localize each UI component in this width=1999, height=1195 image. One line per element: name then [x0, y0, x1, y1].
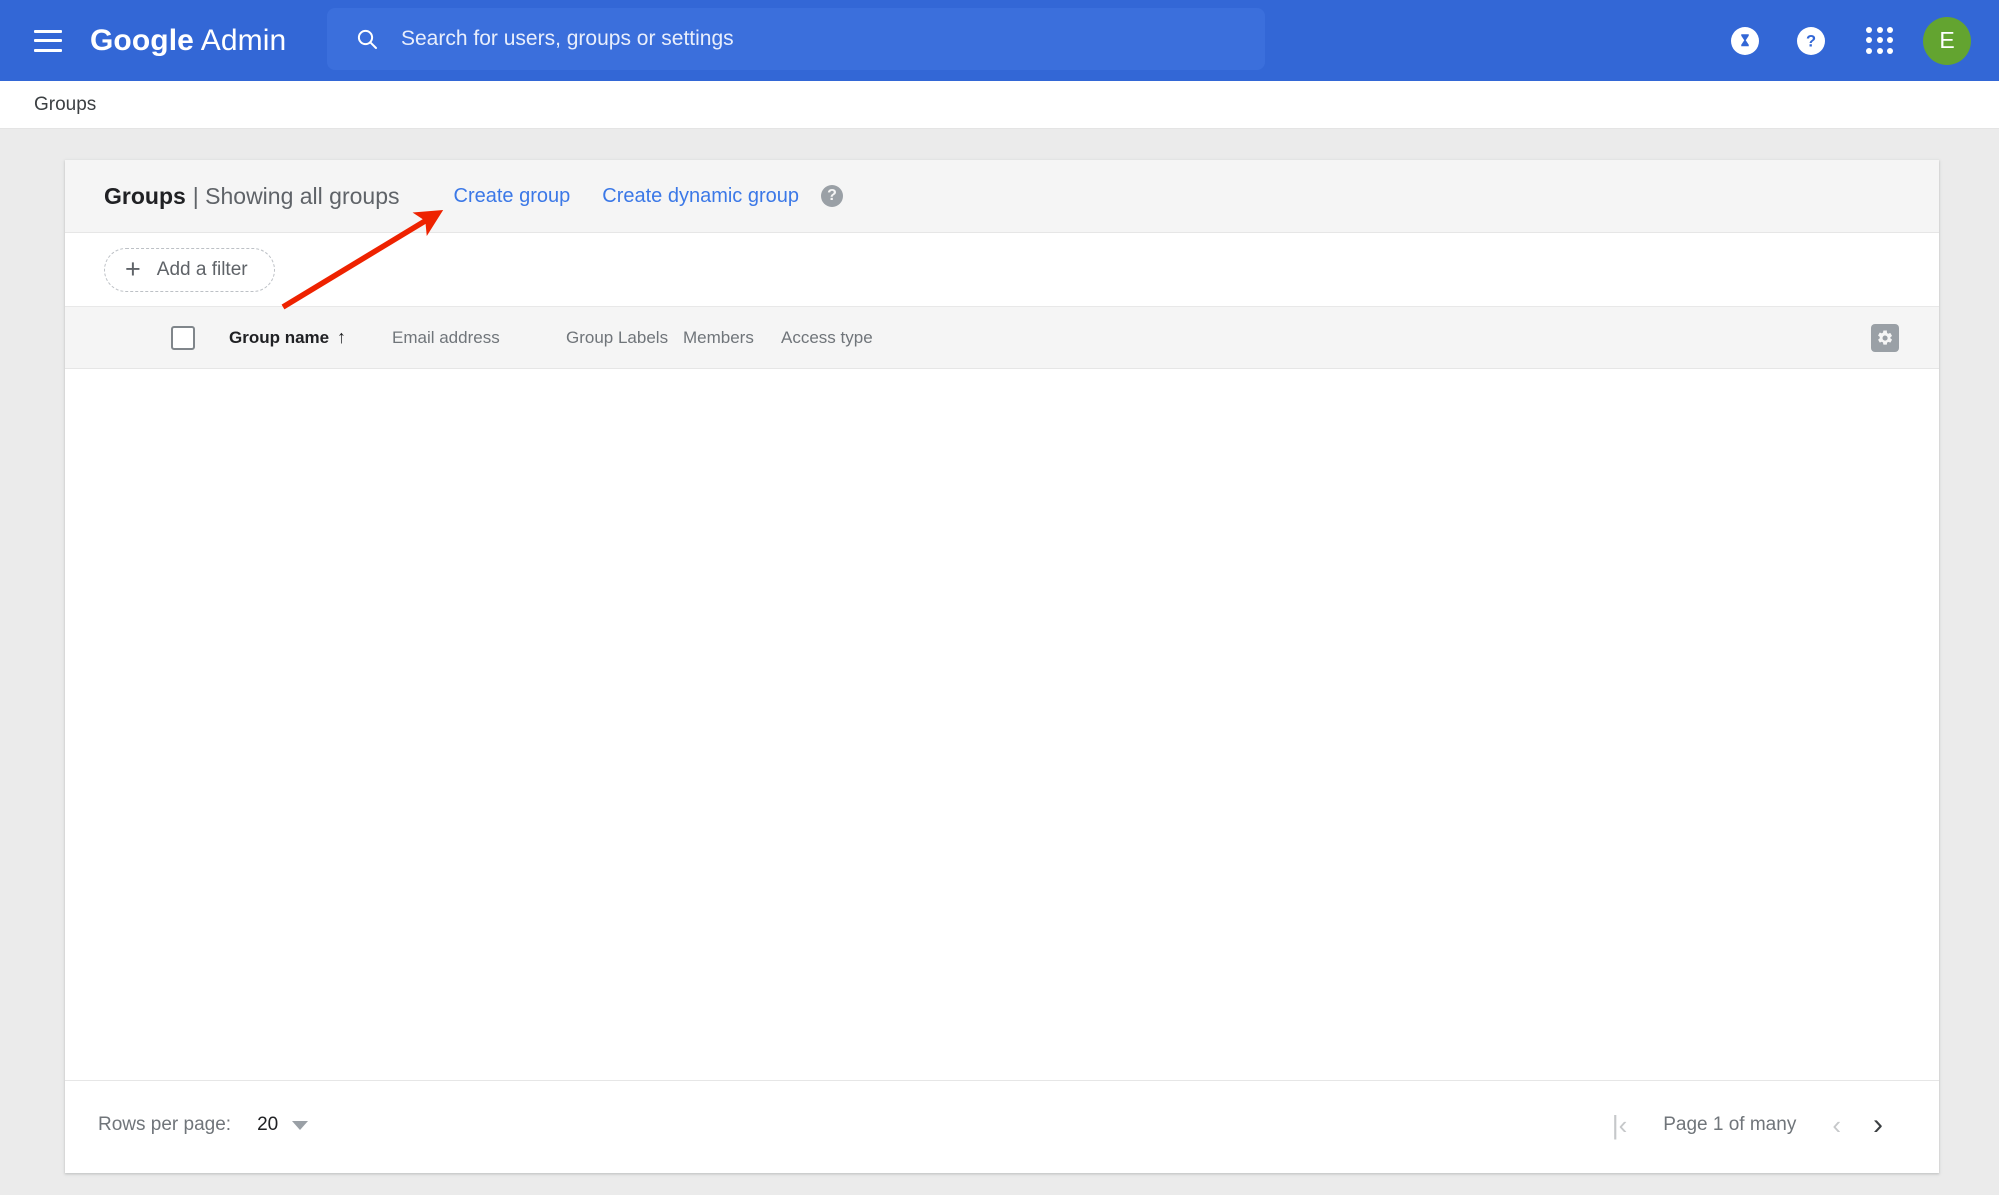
apps-dot — [1887, 37, 1894, 44]
add-filter-label: Add a filter — [156, 258, 248, 280]
panel-header: Groups | Showing all groups Create group… — [65, 160, 1939, 233]
create-dynamic-group-button[interactable]: Create dynamic group — [602, 185, 799, 208]
hamburger-bar — [34, 48, 62, 52]
global-search-box[interactable]: Search for users, groups or settings — [327, 8, 1265, 70]
apps-dot — [1887, 47, 1894, 54]
top-bar-actions: ? E — [1731, 0, 1999, 81]
brand-google: Google — [90, 23, 194, 57]
column-header-members[interactable]: Members — [683, 328, 754, 348]
plus-icon: + — [125, 254, 141, 284]
first-page-button[interactable]: |‹ — [1596, 1112, 1643, 1138]
hourglass-glyph — [1741, 33, 1749, 46]
column-header-group-labels[interactable]: Group Labels — [566, 328, 668, 348]
help-question-icon[interactable]: ? — [1797, 26, 1825, 55]
select-all-checkbox[interactable] — [171, 325, 195, 350]
sort-ascending-icon[interactable]: ↑ — [337, 327, 346, 348]
page-subtitle: | Showing all groups — [192, 182, 400, 209]
groups-panel: Groups | Showing all groups Create group… — [65, 160, 1939, 1173]
create-group-button[interactable]: Create group — [454, 185, 571, 208]
search-input-placeholder[interactable]: Search for users, groups or settings — [401, 27, 734, 51]
help-circle-icon[interactable]: ? — [821, 185, 844, 207]
pagination-controls: |‹ Page 1 of many ‹ › — [1596, 1110, 1899, 1140]
page-title: Groups — [104, 182, 186, 209]
hamburger-bar — [34, 39, 62, 42]
apps-grid-icon[interactable] — [1863, 24, 1897, 58]
page-indicator: Page 1 of many — [1663, 1114, 1797, 1135]
apps-dot — [1887, 26, 1894, 33]
gear-glyph — [1878, 329, 1892, 345]
svg-text:?: ? — [1806, 32, 1816, 50]
table-header-row: Group name ↑ Email address Group Labels … — [65, 307, 1939, 369]
next-page-button[interactable]: › — [1857, 1110, 1899, 1140]
rows-per-page-select[interactable]: 20 — [257, 1114, 278, 1136]
breadcrumb-item-groups[interactable]: Groups — [34, 94, 96, 116]
table-body — [65, 369, 1939, 1080]
search-icon — [357, 29, 377, 49]
rows-per-page-label: Rows per page: — [98, 1114, 232, 1135]
brand-admin: Admin — [193, 23, 287, 57]
previous-page-button[interactable]: ‹ — [1816, 1112, 1857, 1138]
help-glyph: ? — [1806, 32, 1816, 50]
hamburger-menu-icon[interactable] — [34, 29, 62, 52]
app-brand-title[interactable]: Google Admin — [90, 24, 286, 58]
apps-dot — [1876, 26, 1883, 33]
column-header-group-name[interactable]: Group name — [229, 328, 329, 348]
column-header-email-address[interactable]: Email address — [392, 328, 500, 348]
breadcrumb: Groups — [0, 81, 1999, 129]
hourglass-icon[interactable] — [1731, 26, 1759, 55]
column-header-access-type[interactable]: Access type — [781, 328, 873, 348]
chevron-down-icon[interactable] — [292, 1120, 309, 1130]
top-app-bar: Google Admin Search for users, groups or… — [0, 0, 1999, 81]
apps-dot — [1866, 47, 1872, 54]
apps-dot — [1876, 47, 1883, 54]
table-footer: Rows per page: 20 |‹ Page 1 of many ‹ › — [65, 1080, 1939, 1169]
gear-icon[interactable] — [1871, 323, 1899, 352]
avatar[interactable]: E — [1923, 16, 1971, 65]
hamburger-bar — [34, 29, 62, 33]
apps-dot — [1866, 37, 1872, 44]
apps-dot — [1876, 37, 1883, 44]
add-filter-button[interactable]: + Add a filter — [104, 247, 275, 292]
apps-dot — [1866, 26, 1872, 33]
filter-row: + Add a filter — [65, 233, 1939, 307]
